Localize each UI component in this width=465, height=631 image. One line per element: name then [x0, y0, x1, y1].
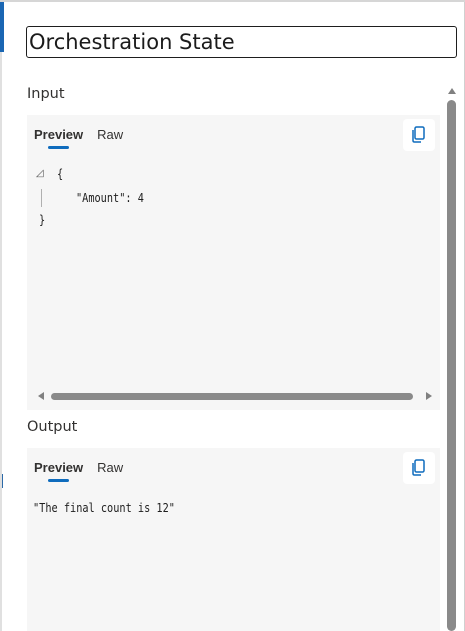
copy-icon	[412, 126, 425, 143]
output-value: "The final count is 12"	[33, 500, 175, 515]
left-accent-bar	[0, 2, 4, 52]
page-title: Orchestration State	[29, 29, 235, 54]
horizontal-scrollbar[interactable]	[27, 389, 440, 403]
output-panel: Preview Raw "The final count is 12"	[27, 448, 440, 631]
scroll-right-arrow-icon[interactable]	[426, 392, 432, 400]
vertical-scroll-thumb[interactable]	[447, 100, 456, 631]
left-edge	[0, 52, 2, 631]
input-panel: Preview Raw ◿ { "Amount": 4 }	[27, 115, 440, 410]
code-line-3: }	[39, 212, 46, 227]
horizontal-scroll-thumb[interactable]	[51, 393, 413, 400]
top-border	[0, 0, 465, 2]
indent-guide	[41, 189, 42, 207]
code-line-1: {	[57, 166, 64, 181]
copy-icon	[412, 459, 425, 476]
input-section-label: Input	[27, 86, 65, 102]
output-section-label: Output	[27, 419, 78, 435]
input-tab-preview[interactable]: Preview	[34, 127, 83, 149]
scroll-up-arrow-icon[interactable]	[448, 88, 456, 94]
output-copy-button[interactable]	[403, 452, 435, 484]
output-tabs: Preview Raw	[34, 460, 137, 484]
input-tab-raw[interactable]: Raw	[97, 127, 123, 148]
input-copy-button[interactable]	[403, 119, 435, 151]
orchestration-state-panel: Orchestration State Input Preview Raw ◿ …	[0, 0, 465, 631]
output-tab-preview[interactable]: Preview	[34, 460, 83, 482]
scroll-left-arrow-icon[interactable]	[38, 392, 44, 400]
input-tabs: Preview Raw	[34, 127, 137, 151]
collapse-triangle-icon[interactable]: ◿	[36, 168, 44, 179]
output-tab-raw[interactable]: Raw	[97, 460, 123, 481]
code-line-2: "Amount": 4	[76, 190, 144, 205]
title-field[interactable]: Orchestration State	[26, 26, 457, 58]
